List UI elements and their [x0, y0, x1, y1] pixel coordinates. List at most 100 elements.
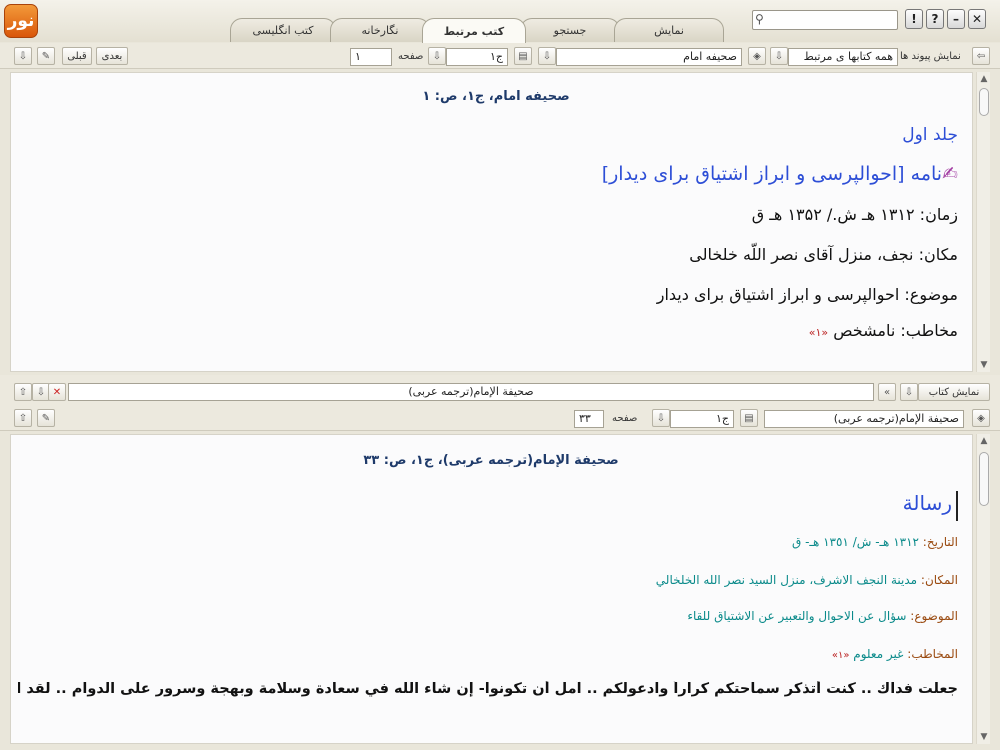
- tab-gallery[interactable]: نگارخانه: [330, 18, 430, 42]
- page-label: صفحه: [398, 51, 424, 62]
- prev-label: قبلی: [67, 50, 87, 62]
- subject-arabic-value: سؤال عن الاحوال والتعبير عن الاشتياق للق…: [687, 609, 907, 623]
- tab-label: نگارخانه: [361, 24, 399, 37]
- subject-arabic-line: الموضوع: سؤال عن الاحوال والتعبير عن الا…: [687, 609, 958, 623]
- double-left-icon[interactable]: «: [878, 383, 896, 401]
- volume-value: ج۱: [489, 50, 503, 63]
- top-scrollbar[interactable]: ▲ ▼: [976, 72, 990, 372]
- volume-title: جلد اول: [902, 125, 958, 145]
- page-input[interactable]: ۱: [350, 48, 392, 66]
- book-dropdown-icon[interactable]: ⇩: [538, 47, 556, 65]
- footnote-link[interactable]: «۱»: [809, 326, 828, 339]
- book-list-icon[interactable]: ▤: [514, 47, 532, 65]
- date-line: التاريخ: ١٣١٢ هـ- ش/ ١٣٥١ هـ- ق: [792, 535, 958, 549]
- rasala-title: رسالة: [903, 491, 958, 521]
- subject-line: موضوع: احوالپرسی و ابراز اشتیاق برای دید…: [656, 285, 958, 304]
- related-books-select[interactable]: همه کتابها ی مرتبط: [788, 48, 898, 66]
- bottom-page-label: صفحه: [612, 413, 638, 424]
- place-arabic-line: المكان: مدينة النجف الاشرف، منزل السيد ن…: [656, 573, 958, 587]
- book-select[interactable]: صحیفه امام: [556, 48, 742, 66]
- bottom-document-pane: صحيفة الإمام(ترجمه عربی)، ج۱، ص: ۳۳ رسال…: [10, 434, 973, 744]
- close-icon: ✕: [971, 12, 983, 26]
- top-document-pane: صحیفه امام، ج۱، ص: ۱ جلد اول ✍نامه [احوا…: [10, 72, 973, 372]
- tab-label: کتب مرتبط: [443, 24, 505, 38]
- addressee-arabic-line: المخاطب: غير معلوم «۱»: [832, 647, 958, 661]
- expand-up-icon[interactable]: ⇧: [14, 383, 32, 401]
- tab-search[interactable]: جستجو: [520, 18, 620, 42]
- bottom-volume-value: ج۱: [715, 412, 729, 425]
- minimize-button[interactable]: –: [947, 9, 965, 29]
- search-icon: ⚲: [755, 12, 764, 26]
- close-pane-glyph: ✕: [52, 386, 62, 398]
- help-button[interactable]: ?: [926, 9, 944, 29]
- time-line: زمان: ۱۳۱۲ هـ ش./ ۱۳۵۲ هـ ق: [751, 205, 958, 224]
- bottom-book-value: صحيفة الإمام(ترجمه عربی): [833, 412, 959, 425]
- book-list-icon[interactable]: ▤: [740, 409, 758, 427]
- minimize-icon: –: [953, 12, 959, 26]
- wrench-icon[interactable]: ✎: [37, 409, 55, 427]
- bottom-page-input[interactable]: ۳۳: [574, 410, 604, 428]
- info-icon: !: [911, 12, 917, 26]
- prev-button[interactable]: قبلی: [62, 47, 92, 65]
- close-pane-icon[interactable]: ✕: [48, 383, 66, 401]
- addressee-arabic-value: غير معلوم: [853, 647, 904, 661]
- place-line: مکان: نجف، منزل آقای نصر اللّه خلخالی: [689, 245, 958, 264]
- scroll-down-icon[interactable]: ▼: [977, 358, 991, 372]
- tab-label: جستجو: [553, 24, 587, 37]
- place-arabic-value: مدينة النجف الاشرف، منزل السيد نصر الله …: [655, 573, 918, 587]
- scroll-up-icon[interactable]: ▲: [977, 434, 991, 448]
- scroll-thumb[interactable]: [979, 452, 989, 506]
- linked-book-field[interactable]: صحيفة الإمام(ترجمه عربی): [68, 383, 874, 401]
- body-text: جعلت فداك .. كنت أتذكر سماحتكم كراراً وا…: [18, 681, 958, 697]
- scroll-up-icon[interactable]: ▲: [977, 72, 991, 86]
- tab-label: کتب انگلیسی: [252, 24, 314, 37]
- wrench-icon[interactable]: ✎: [37, 47, 55, 65]
- quill-icon: ✍: [942, 163, 958, 185]
- footnote-link[interactable]: «۱»: [832, 650, 850, 661]
- tab-display[interactable]: نمایش: [614, 18, 724, 42]
- tab-label: نمایش: [654, 24, 684, 37]
- info-button[interactable]: !: [905, 9, 923, 29]
- linked-book-name: صحيفة الإمام(ترجمه عربی): [408, 385, 534, 398]
- volume-select[interactable]: ج۱: [446, 48, 508, 66]
- letter-title-text: نامه [احوالپرسی و ابراز اشتیاق برای دیدا…: [601, 163, 943, 185]
- logo-text: نور: [7, 11, 35, 31]
- bottom-volume-select[interactable]: ج۱: [670, 410, 734, 428]
- tag-icon[interactable]: ◈: [748, 47, 766, 65]
- bottom-page-header: صحيفة الإمام(ترجمه عربی)، ج۱، ص: ۳۳: [363, 453, 619, 468]
- book-value: صحیفه امام: [683, 50, 737, 63]
- next-label: بعدی: [101, 50, 123, 62]
- addressee-line: مخاطب: نامشخص «۱»: [809, 321, 958, 340]
- collapse-down-icon[interactable]: ⇩: [14, 47, 32, 65]
- page-value: ۱: [355, 50, 361, 63]
- date-label: التاريخ:: [922, 535, 958, 549]
- date-value: ١٣١٢ هـ- ش/ ١٣٥١ هـ- ق: [791, 535, 919, 549]
- scroll-thumb[interactable]: [979, 88, 989, 116]
- tab-english-books[interactable]: کتب انگلیسی: [230, 18, 336, 42]
- page-header: صحیفه امام، ج۱، ص: ۱: [422, 89, 570, 104]
- related-books-value: همه کتابها ی مرتبط: [803, 50, 893, 63]
- rasala-title-text: رسالة: [902, 491, 952, 515]
- bottom-scrollbar[interactable]: ▲ ▼: [976, 434, 990, 744]
- back-arrow-icon[interactable]: ⇦: [972, 47, 990, 65]
- bottom-page-value: ۳۳: [579, 412, 591, 425]
- search-input[interactable]: ⚲: [752, 10, 898, 30]
- bottom-book-select[interactable]: صحيفة الإمام(ترجمه عربی): [764, 410, 964, 428]
- volume-dropdown-icon[interactable]: ⇩: [428, 47, 446, 65]
- scroll-down-icon[interactable]: ▼: [977, 730, 991, 744]
- show-book-button[interactable]: نمایش کتاب: [918, 383, 990, 401]
- next-button[interactable]: بعدی: [96, 47, 128, 65]
- books-dropdown-icon[interactable]: ⇩: [770, 47, 788, 65]
- subject-arabic-label: الموضوع:: [910, 609, 958, 623]
- close-button[interactable]: ✕: [968, 9, 986, 29]
- bottom-volume-dropdown-icon[interactable]: ⇩: [652, 409, 670, 427]
- addressee-text: مخاطب: نامشخص: [833, 321, 958, 340]
- place-arabic-label: المكان:: [920, 573, 958, 587]
- show-links-label: نمایش پیوند ها: [900, 51, 961, 62]
- tag-icon[interactable]: ◈: [972, 409, 990, 427]
- app-logo[interactable]: نور: [4, 4, 38, 38]
- show-book-label: نمایش کتاب: [928, 386, 980, 398]
- expand-up-icon[interactable]: ⇧: [14, 409, 32, 427]
- tab-related-books[interactable]: کتب مرتبط: [422, 18, 526, 43]
- show-book-dropdown-icon[interactable]: ⇩: [900, 383, 918, 401]
